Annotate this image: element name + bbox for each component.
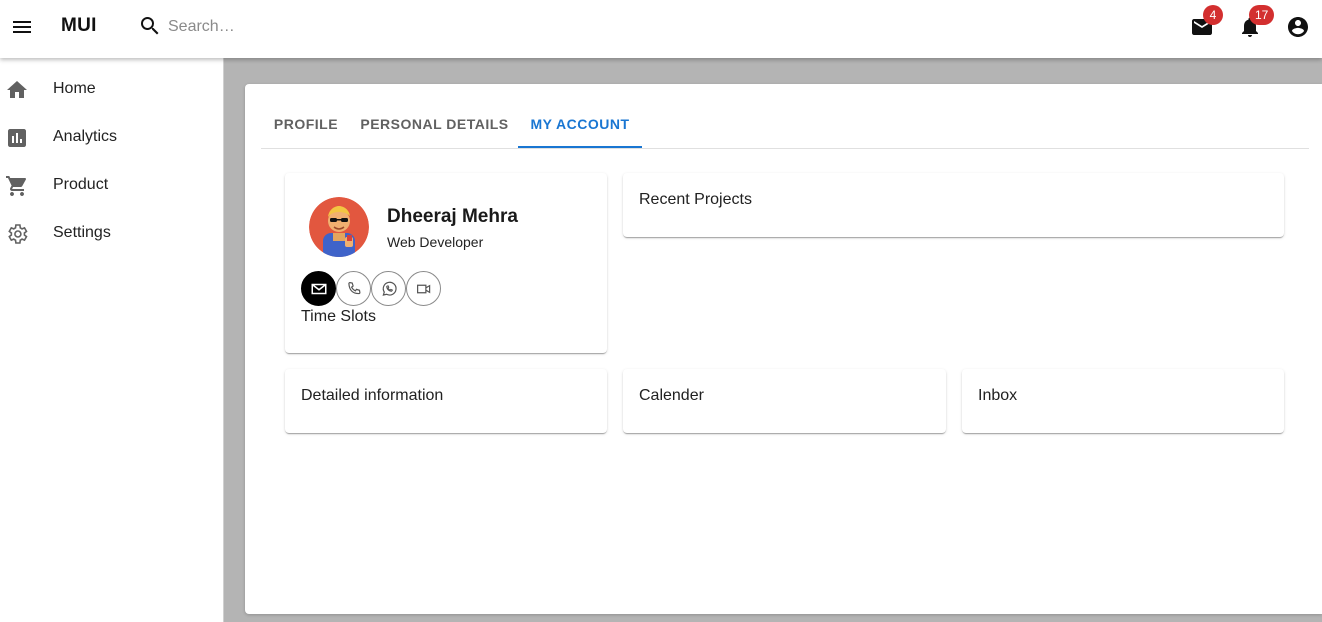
search-icon — [141, 17, 159, 35]
notification-count-badge: 17 — [1249, 5, 1275, 25]
search-input[interactable] — [168, 14, 428, 40]
mail-button[interactable]: 4 — [1188, 5, 1223, 41]
home-icon — [7, 81, 27, 98]
whatsapp-icon — [381, 281, 397, 296]
detailed-information-card[interactable]: Detailed information — [285, 369, 607, 433]
sidebar-item-label: Product — [53, 176, 109, 193]
mail-count-badge: 4 — [1203, 5, 1223, 25]
recent-projects-card[interactable]: Recent Projects — [623, 173, 1284, 237]
sidebar-item-label: Home — [53, 80, 96, 97]
sidebar-item-settings[interactable]: Settings — [0, 210, 224, 258]
sidebar-item-home[interactable]: Home — [0, 66, 224, 114]
video-call-icon — [416, 284, 430, 293]
avatar — [309, 197, 369, 257]
card-title: Calender — [639, 387, 704, 404]
account-button[interactable] — [1284, 13, 1312, 41]
tab-my-account[interactable]: MY ACCOUNT — [518, 100, 642, 148]
sidebar-item-label: Analytics — [53, 128, 118, 145]
gear-icon — [8, 224, 28, 244]
email-contact-button[interactable] — [301, 271, 336, 306]
app-title: MUI — [61, 15, 97, 36]
cart-icon — [6, 176, 27, 196]
tab-personal-details[interactable]: PERSONAL DETAILS — [351, 100, 518, 148]
menu-button[interactable] — [8, 13, 36, 41]
tab-profile[interactable]: PROFILE — [261, 100, 351, 148]
bar-chart-icon — [8, 129, 26, 147]
main-panel: PROFILE PERSONAL DETAILS MY ACCOUNT Dhee… — [245, 84, 1322, 614]
card-title: Inbox — [978, 387, 1018, 404]
time-slots-label: Time Slots — [301, 308, 376, 325]
app-bar: MUI 4 17 — [0, 0, 1322, 58]
card-title: Recent Projects — [639, 191, 752, 208]
profile-role: Web Developer — [387, 234, 484, 250]
calender-card[interactable]: Calender — [623, 369, 946, 433]
phone-icon — [347, 281, 360, 294]
sidebar: Home Analytics Product Settings — [0, 58, 224, 622]
inbox-card[interactable]: Inbox — [962, 369, 1284, 433]
active-tab-indicator — [518, 146, 642, 148]
phone-contact-button[interactable] — [336, 271, 371, 306]
mail-outline-icon — [311, 283, 326, 294]
whatsapp-contact-button[interactable] — [371, 271, 406, 306]
tab-bar: PROFILE PERSONAL DETAILS MY ACCOUNT — [261, 100, 1309, 149]
card-title: Detailed information — [301, 387, 444, 404]
video-call-contact-button[interactable] — [406, 271, 441, 306]
account-circle-icon — [1288, 17, 1308, 37]
profile-card: Dheeraj Mehra Web Developer Time Slots — [285, 173, 607, 353]
profile-name: Dheeraj Mehra — [387, 206, 518, 227]
menu-icon — [13, 21, 31, 33]
sidebar-item-label: Settings — [53, 224, 111, 241]
sidebar-item-product[interactable]: Product — [0, 162, 224, 210]
sidebar-item-analytics[interactable]: Analytics — [0, 114, 224, 162]
notifications-button[interactable]: 17 — [1236, 5, 1275, 41]
